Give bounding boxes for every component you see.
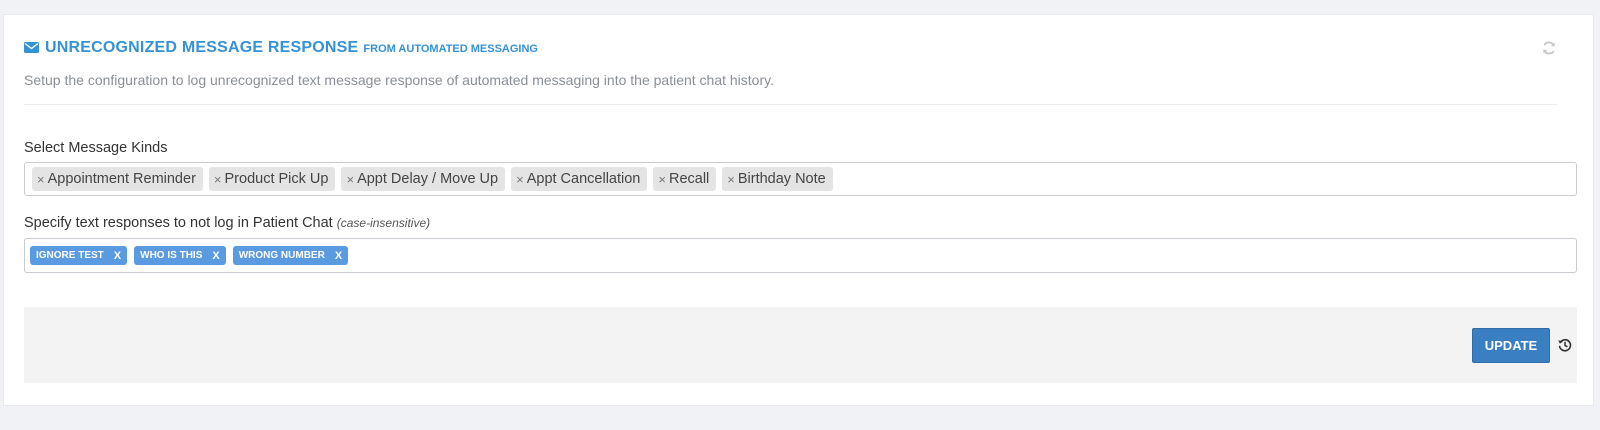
message-kind-chip[interactable]: × Appt Delay / Move Up: [341, 167, 506, 191]
text-responses-label: Specify text responses to not log in Pat…: [24, 215, 430, 231]
card-header: UNRECOGNIZED MESSAGE RESPONSE FROM AUTOM…: [24, 39, 538, 57]
remove-chip-icon[interactable]: ×: [346, 172, 354, 187]
message-kind-chip[interactable]: × Recall: [653, 167, 717, 191]
tag-label: WHO IS THIS: [140, 250, 203, 261]
remove-chip-icon[interactable]: ×: [658, 172, 666, 187]
card-subtitle: FROM AUTOMATED MESSAGING: [363, 43, 538, 55]
text-responses-tags-input[interactable]: IGNORE TEST X WHO IS THIS X WRONG NUMBER X: [24, 238, 1577, 273]
card-footer: UPDATE: [24, 307, 1577, 383]
config-card: UNRECOGNIZED MESSAGE RESPONSE FROM AUTOM…: [3, 14, 1594, 406]
remove-tag-icon[interactable]: X: [114, 250, 121, 262]
remove-tag-icon[interactable]: X: [212, 250, 219, 262]
response-tag: WHO IS THIS X: [134, 246, 226, 265]
message-kind-chip[interactable]: × Appointment Reminder: [32, 167, 203, 191]
message-kind-chip[interactable]: × Product Pick Up: [208, 167, 336, 191]
divider: [24, 104, 1557, 105]
card-title: UNRECOGNIZED MESSAGE RESPONSE: [45, 39, 359, 56]
remove-chip-icon[interactable]: ×: [727, 172, 735, 187]
chip-label: Appt Cancellation: [526, 171, 641, 187]
card-description: Setup the configuration to log unrecogni…: [24, 72, 774, 88]
remove-chip-icon[interactable]: ×: [516, 172, 524, 187]
update-button[interactable]: UPDATE: [1472, 328, 1550, 363]
chip-label: Recall: [668, 171, 710, 187]
chip-label: Appointment Reminder: [47, 171, 196, 187]
chip-label: Product Pick Up: [224, 171, 329, 187]
message-kind-chip[interactable]: × Appt Cancellation: [511, 167, 648, 191]
response-tag: IGNORE TEST X: [30, 246, 128, 265]
tag-label: IGNORE TEST: [36, 250, 104, 261]
response-tag: WRONG NUMBER X: [232, 246, 349, 265]
remove-chip-icon[interactable]: ×: [37, 172, 45, 187]
chip-label: Appt Delay / Move Up: [357, 171, 499, 187]
remove-tag-icon[interactable]: X: [335, 250, 342, 262]
remove-chip-icon[interactable]: ×: [214, 172, 222, 187]
chip-label: Birthday Note: [737, 171, 826, 187]
history-icon[interactable]: [1557, 337, 1573, 353]
text-responses-label-text: Specify text responses to not log in Pat…: [24, 215, 333, 231]
message-kinds-select[interactable]: × Appointment Reminder × Product Pick Up ×…: [24, 162, 1577, 196]
refresh-icon[interactable]: [1541, 40, 1557, 56]
message-kinds-label: Select Message Kinds: [24, 140, 168, 156]
envelope-icon: [24, 42, 39, 53]
case-insensitive-note: (case-insensitive): [336, 216, 431, 230]
tag-label: WRONG NUMBER: [238, 250, 325, 261]
message-kind-chip[interactable]: × Birthday Note: [722, 167, 833, 191]
